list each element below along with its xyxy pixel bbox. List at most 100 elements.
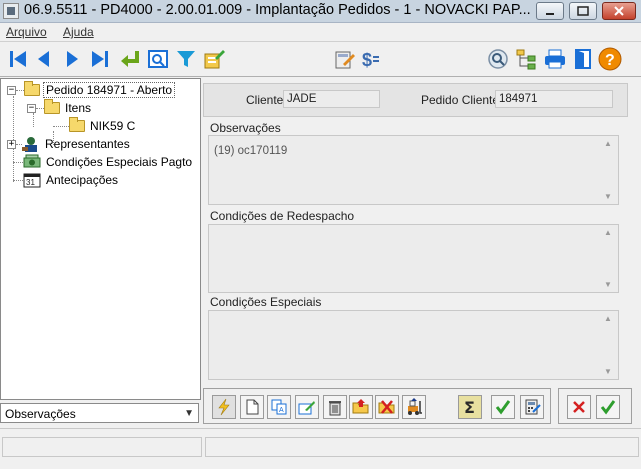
previous-record-button[interactable] bbox=[32, 47, 56, 71]
previous-record-icon bbox=[38, 51, 49, 67]
confirm-check-icon bbox=[495, 400, 511, 415]
open-folder-button[interactable] bbox=[349, 395, 373, 419]
scroll-down-icon[interactable]: ▼ bbox=[604, 280, 612, 289]
new-document-button[interactable] bbox=[240, 395, 264, 419]
scroll-down-icon[interactable]: ▼ bbox=[604, 192, 612, 201]
tree-node-label: Itens bbox=[65, 101, 92, 115]
pedido-cliente-label: Pedido Cliente: bbox=[421, 93, 503, 107]
calculator-edit-icon bbox=[335, 51, 355, 69]
calendar-icon: 31 bbox=[23, 173, 41, 188]
currency-icon: $ bbox=[362, 50, 379, 70]
folder-icon bbox=[44, 99, 60, 114]
menu-ajuda-label: Ajuda bbox=[63, 25, 94, 39]
window-title: 06.9.5511 - PD4000 - 2.00.01.009 - Impla… bbox=[24, 2, 531, 18]
tree-node-condicoes-pagto[interactable]: Condições Especiais Pagto bbox=[13, 154, 194, 170]
folder-icon bbox=[24, 81, 40, 96]
menu-arquivo[interactable]: Arquivo bbox=[6, 25, 47, 39]
cliente-field: JADE bbox=[283, 90, 380, 108]
redespacho-memo[interactable]: ▲ ▼ bbox=[208, 224, 619, 293]
tree-structure-button[interactable] bbox=[514, 47, 538, 71]
forklift-icon bbox=[408, 398, 422, 415]
menu-bar: Arquivo Ajuda bbox=[0, 23, 641, 41]
edit-pen-button[interactable] bbox=[295, 395, 319, 419]
observacoes-text: (19) oc170119 bbox=[214, 145, 288, 157]
pedido-cliente-value: 184971 bbox=[499, 93, 538, 105]
svg-text:Σ: Σ bbox=[464, 398, 475, 416]
ok-check-icon bbox=[600, 400, 616, 415]
ok-button[interactable] bbox=[596, 395, 620, 419]
confirm-button[interactable] bbox=[491, 395, 515, 419]
delete-trash-icon bbox=[329, 401, 341, 416]
view-select[interactable]: Observações ▼ bbox=[0, 403, 199, 423]
scroll-down-icon[interactable]: ▼ bbox=[604, 367, 612, 376]
minimize-button[interactable] bbox=[536, 2, 564, 20]
svg-text:31: 31 bbox=[26, 178, 35, 187]
app-icon[interactable] bbox=[3, 3, 19, 19]
folder-icon bbox=[69, 117, 85, 132]
last-record-button[interactable] bbox=[88, 47, 112, 71]
delete-button[interactable] bbox=[323, 395, 347, 419]
memo-scrollbar[interactable]: ▲ ▼ bbox=[602, 225, 616, 292]
cancel-folder-button[interactable] bbox=[375, 395, 399, 419]
currency-button[interactable]: $ bbox=[358, 47, 382, 71]
copy-text-icon: A bbox=[271, 399, 287, 415]
svg-text:A: A bbox=[279, 407, 284, 414]
minimize-icon bbox=[546, 13, 554, 15]
next-record-icon bbox=[67, 51, 78, 67]
observacoes-label: Observações bbox=[210, 121, 281, 135]
scroll-up-icon[interactable]: ▲ bbox=[604, 139, 612, 148]
order-header: Cliente: JADE Pedido Cliente: 184971 bbox=[203, 83, 628, 117]
return-button[interactable] bbox=[118, 47, 142, 71]
first-record-button[interactable] bbox=[6, 47, 30, 71]
tree-node-nik59c[interactable]: NIK59 C bbox=[53, 117, 137, 134]
exit-door-icon bbox=[575, 49, 591, 69]
observacoes-memo[interactable]: (19) oc170119 ▲ ▼ bbox=[208, 135, 619, 205]
expand-icon[interactable]: + bbox=[7, 139, 16, 149]
tree-node-label: Representantes bbox=[45, 137, 130, 151]
next-record-button[interactable] bbox=[60, 47, 84, 71]
view-select-value: Observações bbox=[5, 407, 76, 421]
chevron-down-icon: ▼ bbox=[184, 408, 194, 419]
action-toolbar: A Σ bbox=[203, 388, 551, 424]
restore-button[interactable] bbox=[569, 2, 597, 20]
close-icon bbox=[614, 6, 624, 16]
scroll-up-icon[interactable]: ▲ bbox=[604, 228, 612, 237]
especiais-memo[interactable]: ▲ ▼ bbox=[208, 310, 619, 380]
forklift-button[interactable] bbox=[402, 395, 426, 419]
calculator-button[interactable] bbox=[520, 395, 544, 419]
memo-scrollbar[interactable]: ▲ ▼ bbox=[602, 311, 616, 379]
return-icon bbox=[121, 51, 139, 67]
close-button[interactable] bbox=[602, 2, 636, 20]
edit-form-button[interactable] bbox=[202, 47, 226, 71]
calculator-edit-button[interactable] bbox=[332, 47, 356, 71]
calculator-icon bbox=[525, 399, 541, 415]
search-icon bbox=[488, 49, 508, 69]
cancel-button[interactable] bbox=[567, 395, 591, 419]
sales-rep-icon bbox=[22, 137, 37, 152]
tree-node-itens[interactable]: − Itens bbox=[27, 99, 93, 116]
scroll-up-icon[interactable]: ▲ bbox=[604, 314, 612, 323]
tree-node-representantes[interactable]: + Representantes bbox=[7, 136, 132, 152]
menu-ajuda[interactable]: Ajuda bbox=[63, 25, 94, 39]
first-record-icon bbox=[10, 51, 26, 67]
tree-view[interactable]: − Pedido 184971 - Aberto − Itens NIK59 C… bbox=[0, 78, 201, 400]
collapse-icon[interactable]: − bbox=[27, 103, 36, 113]
preview-button[interactable] bbox=[146, 47, 170, 71]
lightning-button[interactable] bbox=[212, 395, 236, 419]
print-button[interactable] bbox=[543, 47, 567, 71]
filter-icon bbox=[177, 51, 195, 67]
memo-scrollbar[interactable]: ▲ ▼ bbox=[602, 136, 616, 204]
exit-button[interactable] bbox=[571, 47, 595, 71]
last-record-icon bbox=[92, 51, 108, 67]
print-icon bbox=[545, 49, 565, 69]
help-button[interactable]: ? bbox=[598, 47, 622, 71]
copy-text-button[interactable]: A bbox=[267, 395, 291, 419]
tree-node-pedido[interactable]: − Pedido 184971 - Aberto bbox=[7, 81, 176, 98]
tree-node-antecipacoes[interactable]: 31 Antecipações bbox=[13, 172, 120, 188]
sum-button[interactable]: Σ bbox=[458, 395, 482, 419]
money-icon bbox=[23, 154, 41, 168]
search-button[interactable] bbox=[486, 47, 510, 71]
edit-form-icon bbox=[204, 50, 225, 69]
filter-button[interactable] bbox=[174, 47, 198, 71]
collapse-icon[interactable]: − bbox=[7, 85, 16, 95]
